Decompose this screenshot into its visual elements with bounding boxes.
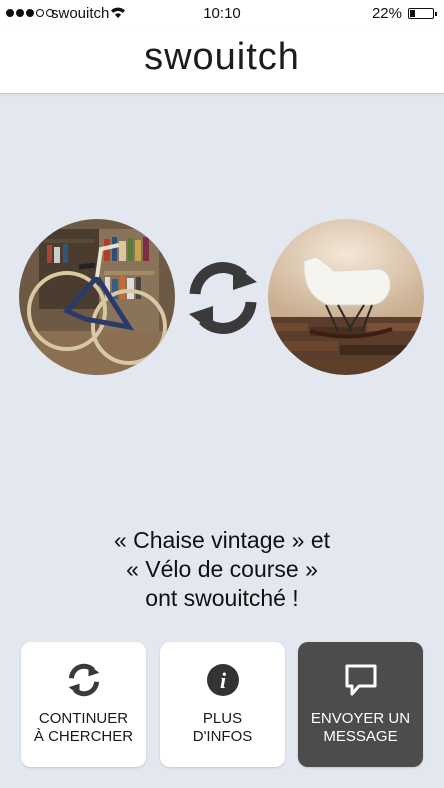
- more-info-label: PLUS D'INFOS: [160, 710, 285, 746]
- bicycle-photo: [19, 219, 175, 375]
- item-image-chair[interactable]: [268, 219, 424, 375]
- info-icon: i: [206, 664, 239, 696]
- battery-icon: [408, 8, 437, 19]
- more-info-label-line-2: D'INFOS: [192, 728, 253, 745]
- send-message-button[interactable]: ENVOYER UN MESSAGE: [298, 642, 423, 767]
- match-message-line-1: « Chaise vintage » et: [113, 527, 331, 553]
- continue-searching-button[interactable]: CONTINUER À CHERCHER: [21, 642, 146, 767]
- match-message-line-3: ont swouitché !: [145, 585, 299, 611]
- continue-searching-label: CONTINUER À CHERCHER: [21, 710, 146, 746]
- send-message-label-line-2: MESSAGE: [323, 728, 398, 745]
- more-info-button[interactable]: i PLUS D'INFOS: [160, 642, 285, 767]
- send-message-label: ENVOYER UN MESSAGE: [298, 710, 423, 746]
- match-message-line-2: « Vélo de course »: [126, 556, 318, 582]
- battery-percentage: 22%: [371, 5, 402, 22]
- refresh-icon: [68, 663, 99, 697]
- more-info-label-line-1: PLUS: [202, 710, 243, 727]
- match-message: « Chaise vintage » et « Vélo de course »…: [0, 526, 444, 613]
- send-message-label-line-1: ENVOYER UN: [310, 710, 411, 727]
- continue-label-line-1: CONTINUER: [38, 710, 129, 727]
- status-bar: swouitch 10:10 22%: [0, 0, 444, 28]
- app-logo: swouitch: [144, 36, 300, 78]
- nav-bar: swouitch: [0, 28, 444, 94]
- chat-bubble-icon: [345, 664, 376, 696]
- battery-level: [410, 10, 415, 17]
- continue-label-line-2: À CHERCHER: [33, 728, 134, 745]
- swap-arrows-icon: [189, 262, 257, 334]
- svg-text:i: i: [219, 668, 226, 693]
- rocking-chair-photo: [268, 219, 424, 375]
- item-image-bicycle[interactable]: [19, 219, 175, 375]
